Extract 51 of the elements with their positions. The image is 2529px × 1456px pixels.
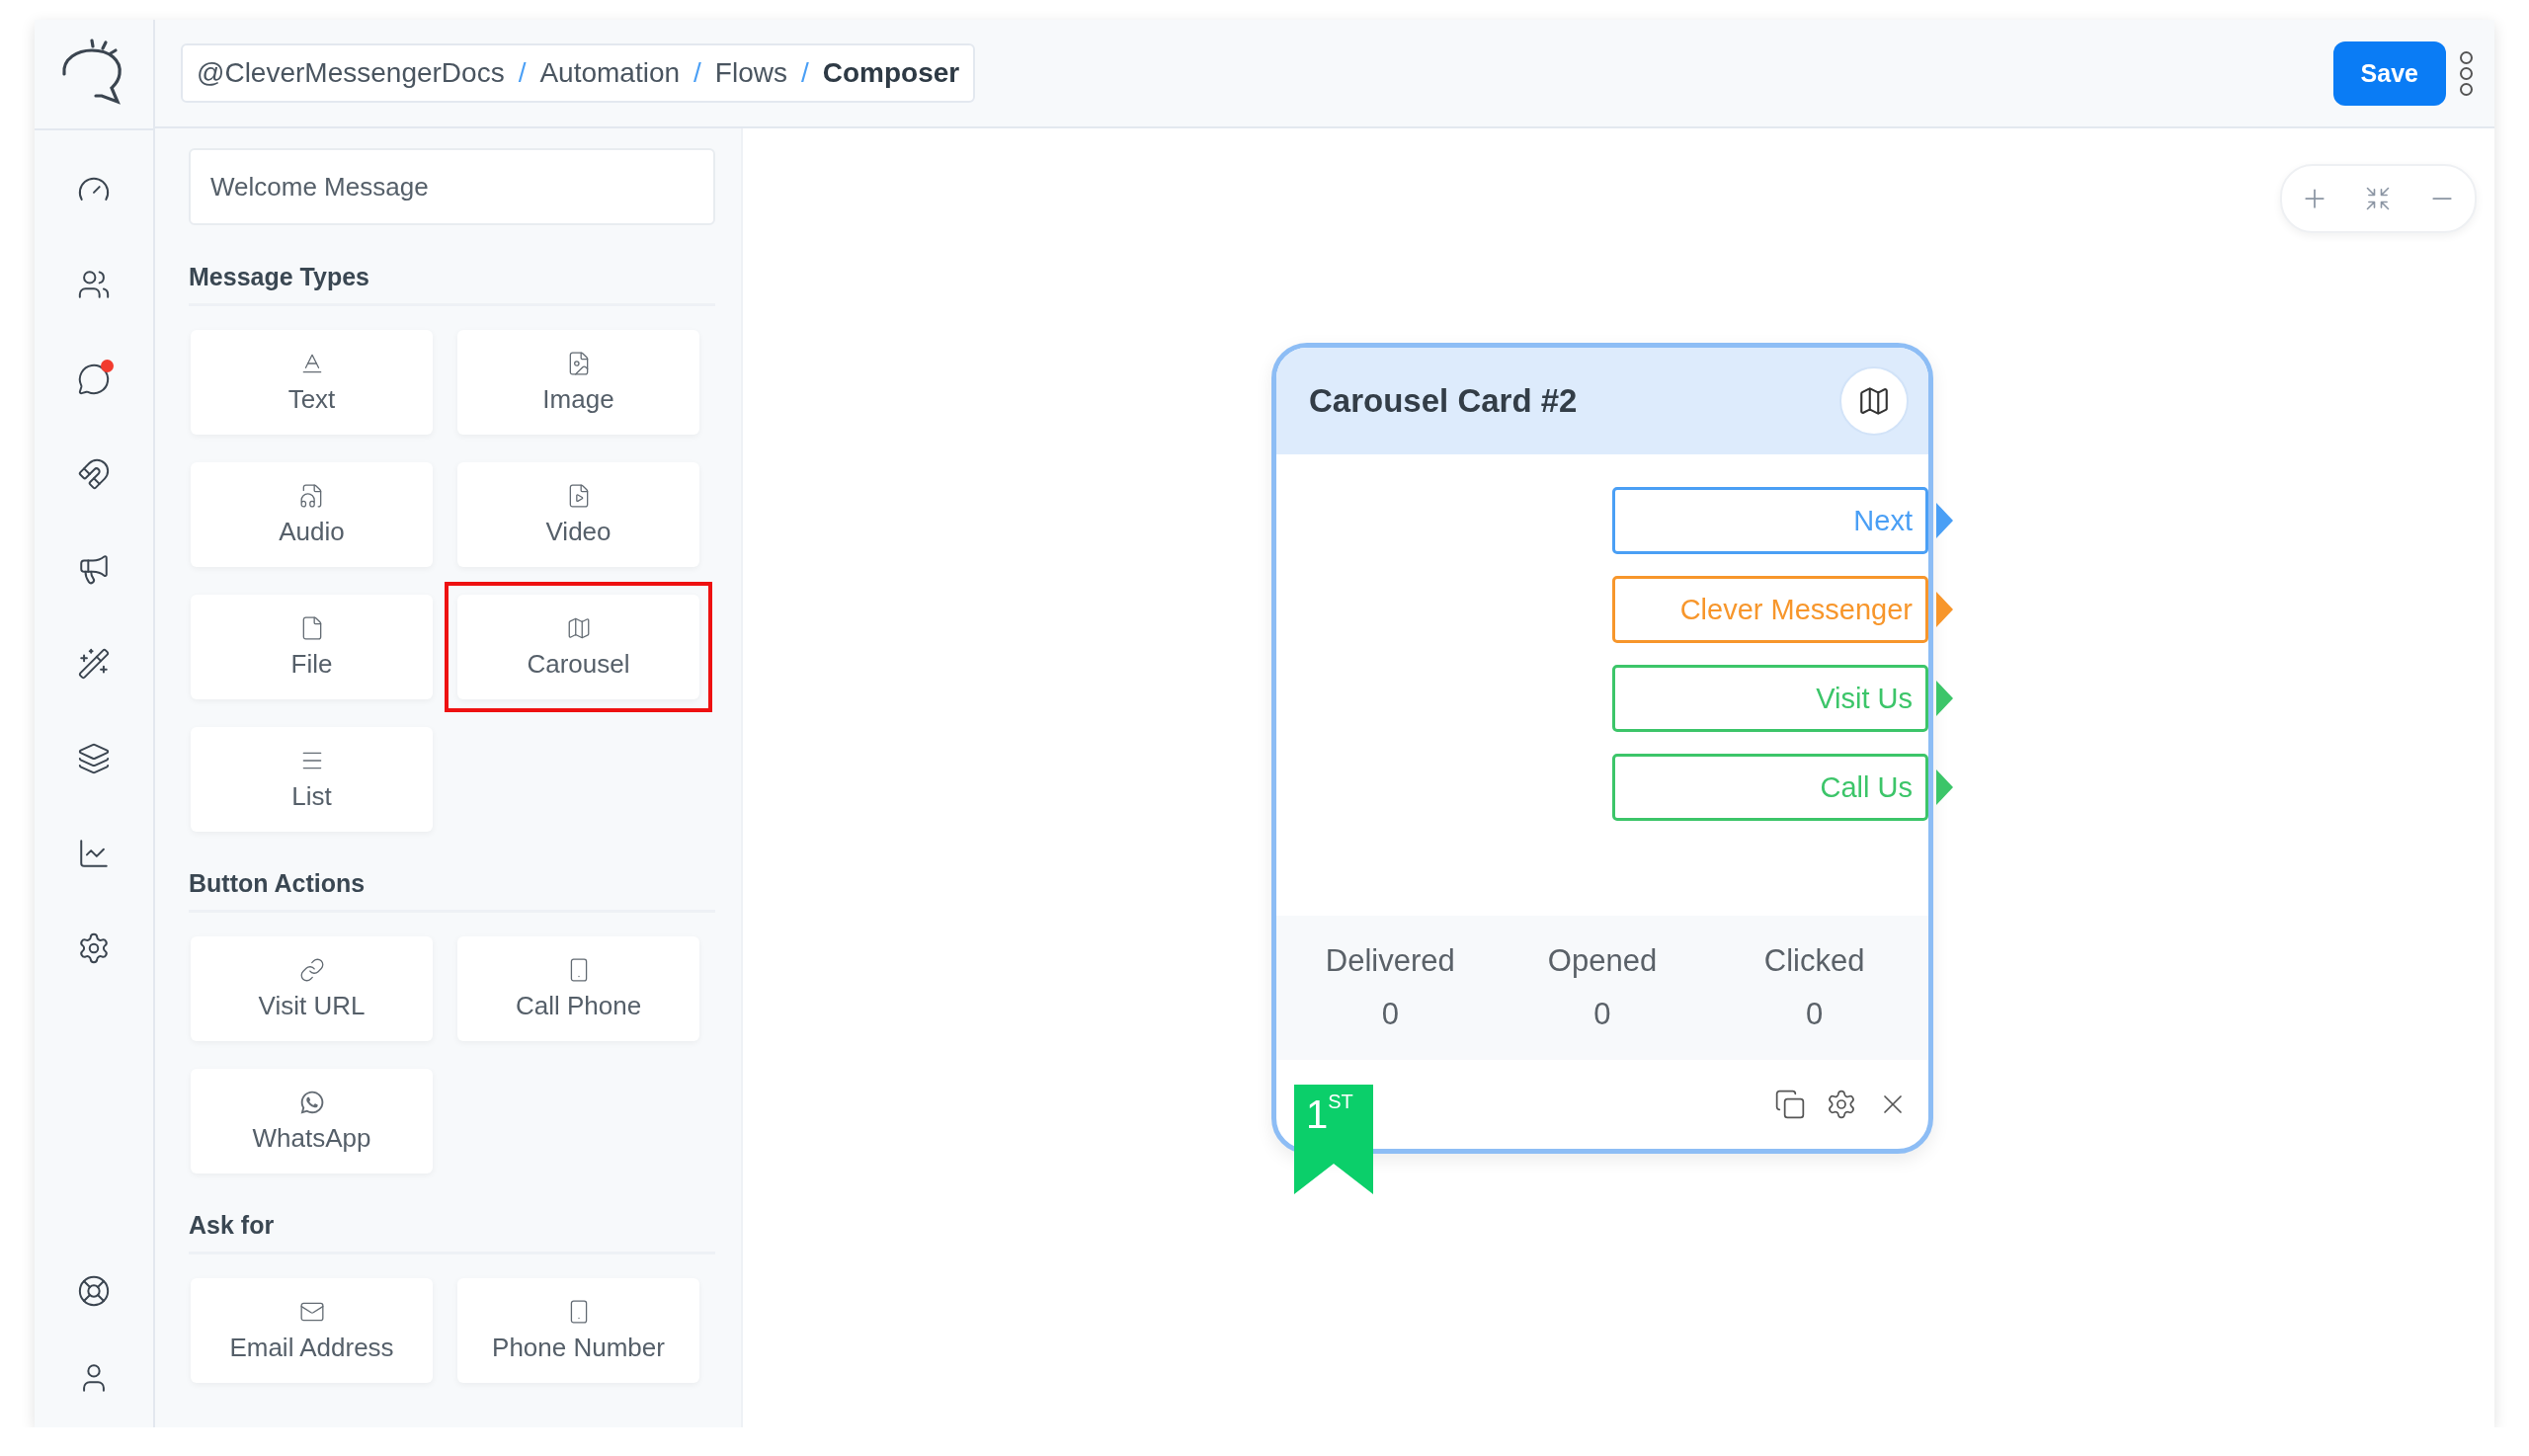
link-icon — [298, 956, 325, 983]
message-type-tile[interactable]: Image — [457, 330, 699, 435]
message-type-tile[interactable]: Visit URL — [191, 936, 433, 1041]
message-type-tile[interactable]: Email Address — [191, 1278, 433, 1383]
breadcrumb-link[interactable]: Composer — [822, 57, 960, 89]
stat-label: Opened — [1547, 943, 1658, 979]
tile-label: Text — [287, 383, 336, 415]
stat-label: Clicked — [1763, 943, 1865, 979]
message-type-tile[interactable]: Phone Number — [457, 1278, 699, 1383]
message-type-tile[interactable]: Audio — [191, 462, 433, 567]
breadcrumb-link[interactable]: Automation — [539, 57, 681, 89]
tile-label: Carousel — [527, 648, 630, 680]
more-options-icon[interactable] — [2460, 50, 2473, 96]
tile-label: Audio — [279, 516, 345, 547]
rank-ribbon: 1$^{ST}$ — [1294, 1085, 1373, 1194]
notification-dot — [101, 360, 114, 372]
stat-value: 0 — [1381, 997, 1399, 1032]
breadcrumb-link[interactable]: @CleverMessengerDocs — [197, 57, 505, 89]
section-heading: Button Actions — [189, 869, 715, 913]
breadcrumb-link[interactable]: Flows — [714, 57, 787, 89]
breadcrumb-separator: / — [693, 57, 701, 89]
section-heading: Message Types — [189, 263, 715, 306]
connector-port-icon[interactable] — [1936, 503, 1953, 538]
stat-value: 0 — [1806, 997, 1824, 1032]
message-type-tile[interactable]: Text — [191, 330, 433, 435]
tile-label: Visit URL — [258, 990, 366, 1021]
flow-name-field[interactable]: Welcome Message — [189, 148, 715, 225]
tile-label: Email Address — [229, 1332, 394, 1363]
tile-label: List — [291, 780, 332, 812]
tile-label: Call Phone — [515, 990, 642, 1021]
breadcrumb-separator: / — [518, 57, 527, 89]
settings-icon[interactable] — [1826, 1089, 1857, 1120]
whatsapp-icon — [298, 1089, 325, 1115]
tile-label: Phone Number — [492, 1332, 665, 1363]
message-type-tile[interactable]: List — [191, 727, 433, 832]
message-type-tile[interactable]: Video — [457, 462, 699, 567]
tile-label: WhatsApp — [252, 1122, 371, 1154]
card-title: Carousel Card #2 — [1309, 382, 1578, 420]
copy-icon[interactable] — [1774, 1089, 1806, 1120]
stat-value: 0 — [1593, 997, 1611, 1032]
breadcrumb-separator: / — [800, 57, 809, 89]
message-type-tile[interactable]: File — [191, 595, 433, 699]
save-button[interactable]: Save — [2332, 40, 2446, 106]
tile-label: Image — [542, 383, 614, 415]
tile-label: Video — [545, 516, 612, 547]
message-type-tile[interactable]: Carousel — [457, 595, 699, 699]
message-type-tile[interactable]: Call Phone — [457, 936, 699, 1041]
stat-label: Delivered — [1325, 943, 1455, 979]
section-heading: Ask for — [189, 1211, 715, 1254]
tile-label: File — [290, 648, 333, 680]
message-type-tile[interactable]: WhatsApp — [191, 1069, 433, 1173]
